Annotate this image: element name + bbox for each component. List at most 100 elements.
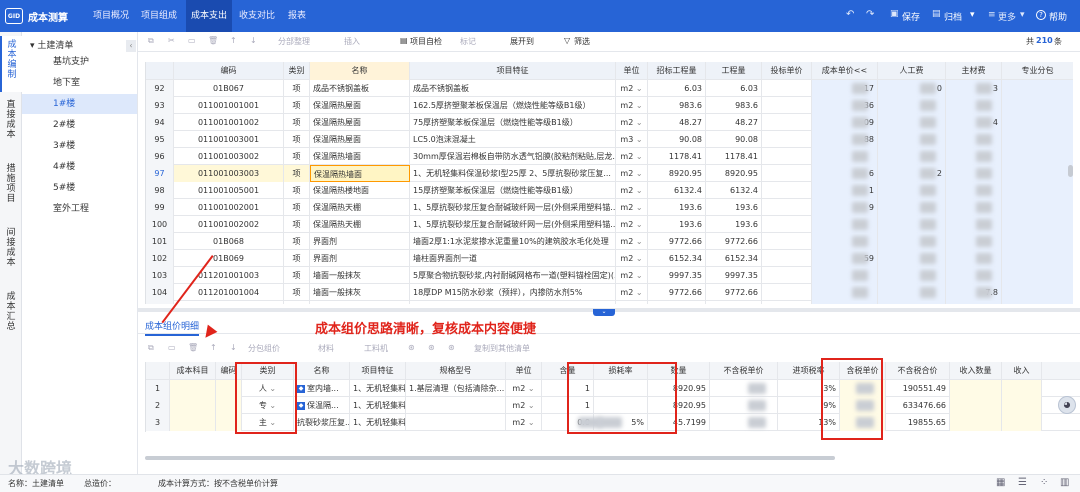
- table-cell[interactable]: 5厚聚合物抗裂砂浆,内衬耐碱网格布一道(塑料锚栓固定)(...: [410, 267, 616, 284]
- table-row[interactable]: 94 011001001002 项保温隔热屋面 75厚挤塑聚苯板保温层（燃烧性能等级B…: [146, 114, 1073, 131]
- table-cell[interactable]: 保温隔热墙面: [310, 165, 410, 182]
- table-cell[interactable]: [1002, 182, 1073, 199]
- table-cell[interactable]: [762, 301, 812, 304]
- table-cell[interactable]: 105: [146, 301, 174, 304]
- chevron-down-icon[interactable]: ⌄: [633, 203, 643, 212]
- nav-tab-report[interactable]: 报表: [282, 0, 312, 32]
- chevron-down-icon[interactable]: ⌄: [525, 384, 535, 393]
- vtab-indirect-cost[interactable]: 间接成本: [0, 224, 22, 280]
- table-cell[interactable]: 1178.41: [648, 301, 706, 304]
- vtab-measures[interactable]: 措施项目: [0, 160, 22, 216]
- table-cell[interactable]: 4.22: [946, 301, 1002, 304]
- table-cell[interactable]: 75厚挤塑聚苯板保温层（燃烧性能等级B1级）: [410, 114, 616, 131]
- table-cell[interactable]: [1002, 148, 1073, 165]
- table-cell[interactable]: 983.6: [706, 97, 762, 114]
- table-cell[interactable]: 1: [146, 380, 170, 397]
- main-header-cell[interactable]: 单位: [616, 62, 648, 80]
- table-cell[interactable]: 193.6: [648, 199, 706, 216]
- nav-tab-cost-expense[interactable]: 成本支出: [186, 0, 232, 32]
- redo-icon[interactable]: ↷: [866, 9, 874, 20]
- table-cell[interactable]: [946, 233, 1002, 250]
- table-cell[interactable]: 01B069: [174, 250, 284, 267]
- tree-root[interactable]: ▾ 土建清单: [30, 38, 73, 51]
- table-row[interactable]: 99 011001002001 项保温隔热天棚 1、5厚抗裂砂浆压复合耐碱玻纤网一层(…: [146, 199, 1073, 216]
- more-chevron-icon[interactable]: ▾: [1020, 10, 1025, 20]
- table-cell[interactable]: ◆ 室内墙...: [294, 380, 350, 397]
- chevron-down-icon[interactable]: ⌄: [525, 401, 535, 410]
- table-cell[interactable]: 193.6: [706, 199, 762, 216]
- insert-button[interactable]: 插入: [344, 36, 360, 47]
- table-cell[interactable]: [946, 267, 1002, 284]
- tree-item-basement[interactable]: 地下室: [22, 73, 137, 93]
- copy-icon[interactable]: ⧉: [148, 36, 154, 46]
- chevron-down-icon[interactable]: ⌄: [267, 418, 276, 427]
- coin-icon[interactable]: ⊛: [408, 343, 415, 352]
- table-row[interactable]: 101 01B068 项界面剂 墙面2厚1:1水泥浆掺水泥重量10%的建筑胶水毛化处理…: [146, 233, 1073, 250]
- bottom-header-cell[interactable]: 不含税合价: [886, 362, 950, 380]
- bottom-header-cell[interactable]: 收入数量: [950, 362, 1002, 380]
- table-cell[interactable]: [1002, 397, 1042, 414]
- bottom-header-cell[interactable]: 成本科目: [170, 362, 216, 380]
- table-cell[interactable]: [812, 216, 878, 233]
- table-cell[interactable]: 011001002001: [174, 199, 284, 216]
- table-cell[interactable]: [710, 414, 778, 431]
- table-cell[interactable]: 成品不锈钢盖板: [410, 80, 616, 97]
- bottom-header-cell[interactable]: [146, 362, 170, 380]
- table-cell[interactable]: 01B068: [174, 233, 284, 250]
- table-cell[interactable]: m2 ⌄: [616, 80, 648, 97]
- table-cell[interactable]: m2 ⌄: [616, 233, 648, 250]
- table-cell[interactable]: 1.基层清理（包括清除杂...: [406, 380, 506, 397]
- table-cell[interactable]: m2 ⌄: [616, 267, 648, 284]
- table-cell[interactable]: [406, 414, 506, 431]
- coin-icon[interactable]: ⊛: [448, 343, 455, 352]
- table-cell[interactable]: 94: [146, 114, 174, 131]
- table-cell[interactable]: 项: [284, 165, 310, 182]
- chevron-down-icon[interactable]: ⌄: [633, 152, 643, 161]
- table-cell[interactable]: [1002, 301, 1073, 304]
- table-cell[interactable]: 6: [812, 165, 878, 182]
- tree-item-building-5[interactable]: 5#楼: [22, 178, 137, 198]
- chevron-down-icon[interactable]: ⌄: [633, 271, 643, 280]
- table-cell[interactable]: 30mm厚保温岩棉板自带防水透气铝膜(胶粘剂粘贴,层龙...: [410, 148, 616, 165]
- table-cell[interactable]: [1002, 250, 1073, 267]
- table-cell[interactable]: [812, 233, 878, 250]
- table-cell[interactable]: 95: [146, 131, 174, 148]
- table-cell[interactable]: 1: [542, 380, 594, 397]
- table-cell[interactable]: [1002, 284, 1073, 301]
- table-row[interactable]: 3主 ⌄抗裂砂浆压复...1、无机轻集料保...m2 ⌄0.05%45.7199…: [146, 414, 1080, 431]
- table-cell[interactable]: [170, 380, 216, 397]
- tree-item-foundation[interactable]: 基坑支护: [22, 52, 137, 72]
- table-cell[interactable]: m2 ⌄: [616, 114, 648, 131]
- chevron-down-icon[interactable]: ⌄: [633, 220, 643, 229]
- tab-cost-detail[interactable]: 成本组价明细: [145, 319, 200, 336]
- table-cell[interactable]: [946, 182, 1002, 199]
- table-cell[interactable]: [1002, 267, 1073, 284]
- tree-item-building-2[interactable]: 2#楼: [22, 115, 137, 135]
- table-cell[interactable]: 9997.35: [648, 267, 706, 284]
- vtab-direct-cost[interactable]: 直接成本: [0, 96, 22, 152]
- table-cell[interactable]: 项: [284, 267, 310, 284]
- table-cell[interactable]: [216, 397, 242, 414]
- bottom-header-cell[interactable]: 数量: [648, 362, 710, 380]
- table-row[interactable]: 100 011001002002 项保温隔热天棚 1、5厚抗裂砂浆压复合耐碱玻纤网一层…: [146, 216, 1073, 233]
- chevron-down-icon[interactable]: ⌄: [525, 418, 535, 427]
- chevron-down-icon[interactable]: ⌄: [633, 169, 643, 178]
- table-cell[interactable]: 97: [146, 165, 174, 182]
- table-cell[interactable]: m2 ⌄: [616, 182, 648, 199]
- table-cell[interactable]: 8920.95: [648, 380, 710, 397]
- table-cell[interactable]: [762, 233, 812, 250]
- table-cell[interactable]: m2 ⌄: [616, 284, 648, 301]
- chevron-down-icon[interactable]: ⌄: [633, 288, 643, 297]
- copy-to-other-button[interactable]: 复制到其他清单: [474, 343, 530, 354]
- table-cell[interactable]: m3 ⌄: [616, 131, 648, 148]
- table-cell[interactable]: 1178.41: [706, 301, 762, 304]
- table-cell[interactable]: 1、无机轻集料保温砂浆Ⅰ型25厚 2、5厚抗裂砂浆压复...: [410, 165, 616, 182]
- table-cell[interactable]: 190551.49: [886, 380, 950, 397]
- table-cell[interactable]: 项: [284, 80, 310, 97]
- chevron-down-icon[interactable]: ⌄: [267, 401, 276, 410]
- arrow-down-icon[interactable]: ↓: [230, 343, 237, 352]
- material-button[interactable]: 材料: [318, 343, 334, 354]
- table-row[interactable]: 104 011201001004 项墙面一般抹灰 18厚DP M15防水砂浆（预拌），…: [146, 284, 1073, 301]
- more-button[interactable]: 更多: [998, 10, 1016, 23]
- table-cell[interactable]: 主 ⌄: [242, 414, 294, 431]
